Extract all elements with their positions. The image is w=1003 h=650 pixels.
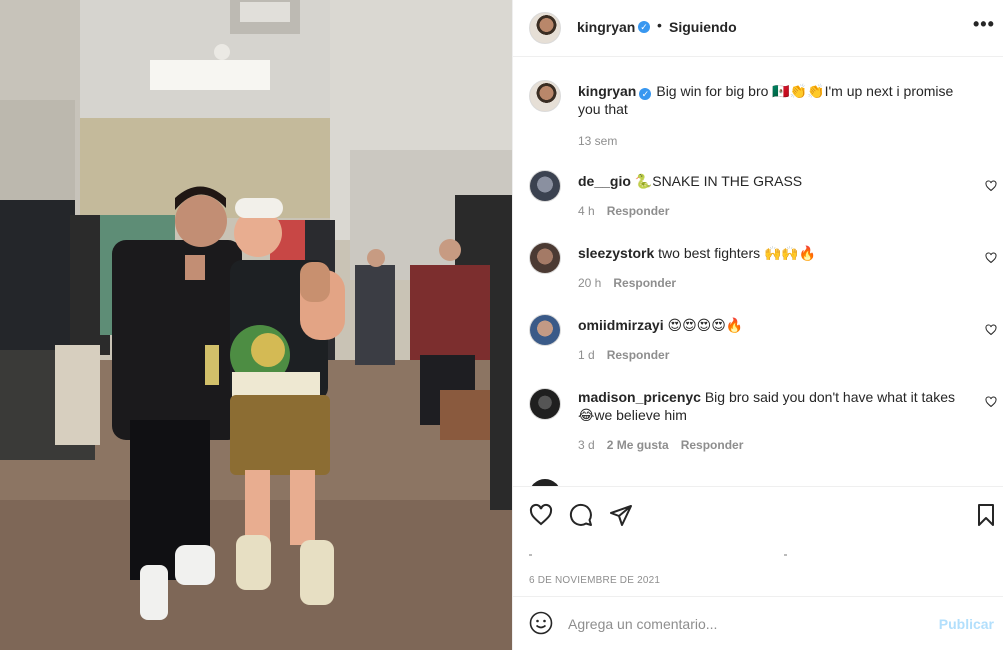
- add-comment-bar: Agrega un comentario... Publicar: [513, 596, 1003, 650]
- heart-icon[interactable]: [985, 324, 997, 336]
- emoji-icon[interactable]: [529, 611, 553, 635]
- comment-time[interactable]: 20 h: [578, 276, 601, 290]
- caption-username[interactable]: kingryan: [578, 83, 636, 99]
- publish-button[interactable]: Publicar: [939, 616, 994, 632]
- post-date[interactable]: 6 DE NOVIEMBRE DE 2021: [529, 575, 660, 586]
- caption-text: kingryan ✓ Big win for big bro 🇲🇽👏👏I'm up …: [578, 82, 973, 118]
- comment-text: omiidmirzayi 😍😍😍😍🔥: [578, 316, 973, 334]
- comment-body: two best fighters 🙌🙌🔥: [658, 245, 817, 261]
- heart-icon[interactable]: [985, 396, 997, 408]
- comment-icon[interactable]: [569, 503, 593, 527]
- bookmark-icon[interactable]: [974, 503, 998, 527]
- reply-button[interactable]: Responder: [613, 276, 676, 290]
- avatar[interactable]: [529, 170, 561, 202]
- comment-meta: 20 h Responder: [578, 276, 688, 290]
- share-icon[interactable]: [609, 503, 633, 527]
- reply-button[interactable]: Responder: [681, 438, 744, 452]
- comment-text: de__gio 🐍SNAKE IN THE GRASS: [578, 172, 973, 190]
- avatar[interactable]: [529, 12, 561, 44]
- separator: •: [657, 17, 662, 33]
- comment-time[interactable]: 3 d: [578, 438, 595, 452]
- reply-button[interactable]: Responder: [607, 204, 670, 218]
- comment-meta: 1 d Responder: [578, 348, 681, 362]
- post-details-panel: kingryan ✓ • Siguiendo ••• kingryan ✓ Big …: [512, 0, 1003, 650]
- comment-username[interactable]: madison_pricenyc: [578, 389, 701, 405]
- heart-icon[interactable]: [985, 180, 997, 192]
- comment-meta: 3 d 2 Me gusta Responder: [578, 438, 755, 452]
- more-options-icon[interactable]: •••: [973, 14, 995, 35]
- comment-body: 🐍SNAKE IN THE GRASS: [634, 173, 803, 189]
- avatar[interactable]: [529, 242, 561, 274]
- post-header: kingryan ✓ • Siguiendo •••: [513, 0, 1003, 57]
- heart-icon[interactable]: [985, 252, 997, 264]
- heart-icon[interactable]: [529, 503, 553, 527]
- comment-text: sleezystork two best fighters 🙌🙌🔥: [578, 244, 973, 262]
- comment-input[interactable]: Agrega un comentario...: [568, 616, 717, 632]
- action-bar: 6 DE NOVIEMBRE DE 2021: [513, 486, 1003, 596]
- comment-username[interactable]: sleezystork: [578, 245, 654, 261]
- caption-time[interactable]: 13 sem: [578, 134, 617, 148]
- comment-time[interactable]: 1 d: [578, 348, 595, 362]
- verified-badge-icon: ✓: [639, 88, 652, 100]
- comment-username[interactable]: de__gio: [578, 173, 631, 189]
- avatar[interactable]: [529, 314, 561, 346]
- likes-summary-placeholder: [529, 554, 787, 556]
- comment-username[interactable]: omiidmirzayi: [578, 317, 664, 333]
- reply-button[interactable]: Responder: [607, 348, 670, 362]
- comment-text: madison_pricenyc Big bro said you don't …: [578, 388, 973, 424]
- comments-list[interactable]: kingryan ✓ Big win for big bro 🇲🇽👏👏I'm up …: [513, 58, 1003, 486]
- verified-badge-icon: ✓: [638, 21, 650, 33]
- post-photo[interactable]: [0, 0, 512, 650]
- caption-meta: 13 sem: [578, 134, 629, 148]
- avatar[interactable]: [529, 388, 561, 420]
- follow-status-button[interactable]: Siguiendo: [669, 19, 737, 35]
- comment-meta: 4 h Responder: [578, 204, 681, 218]
- avatar[interactable]: [529, 80, 561, 112]
- likes-count[interactable]: 2 Me gusta: [607, 438, 669, 452]
- comment-body: 😍😍😍😍🔥: [667, 317, 744, 333]
- username-link[interactable]: kingryan: [577, 19, 635, 35]
- comment-time[interactable]: 4 h: [578, 204, 595, 218]
